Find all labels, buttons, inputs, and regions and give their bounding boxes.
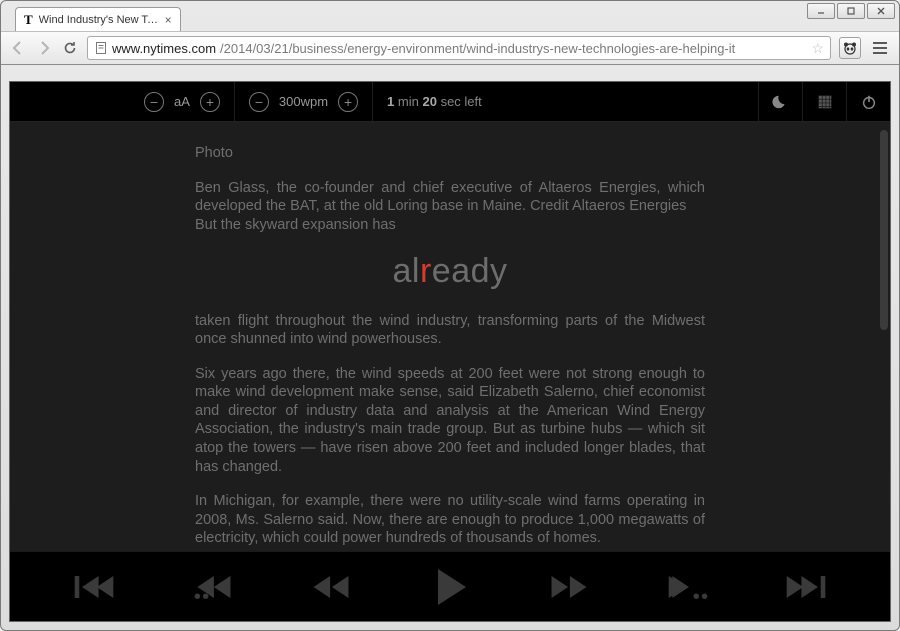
- focus-word-display: already: [195, 250, 705, 294]
- wpm-decrease-button[interactable]: −: [249, 92, 269, 112]
- panda-icon: [842, 40, 858, 56]
- power-icon: [860, 93, 878, 111]
- rewind-button[interactable]: [296, 562, 366, 612]
- wpm-label: 300wpm: [279, 94, 328, 109]
- paragraph-2: Six years ago there, the wind speeds at …: [195, 365, 705, 476]
- browser-window: T Wind Industry's New Tech… × www.nytime…: [0, 0, 900, 631]
- nyt-favicon: T: [24, 12, 33, 28]
- url-path: /2014/03/21/business/energy-environment/…: [220, 41, 735, 56]
- scrollbar-thumb[interactable]: [880, 130, 888, 330]
- paragraph-1: taken flight throughout the wind industr…: [195, 312, 705, 349]
- nav-forward-button[interactable]: [35, 39, 53, 57]
- settings-bar: − aA + − 300wpm + 1 min 20 sec left: [10, 82, 890, 122]
- skip-to-start-button[interactable]: [59, 562, 129, 612]
- browser-toolbar: www.nytimes.com/2014/03/21/business/ener…: [1, 31, 899, 65]
- reader-app: − aA + − 300wpm + 1 min 20 sec left: [9, 81, 891, 622]
- tab-title: Wind Industry's New Tech…: [39, 14, 159, 26]
- font-size-control: − aA +: [130, 82, 235, 121]
- nav-back-button[interactable]: [9, 39, 27, 57]
- time-remaining: 1 min 20 sec left: [373, 82, 496, 121]
- browser-menu-button[interactable]: [869, 37, 891, 59]
- forward-dots-button[interactable]: [653, 562, 723, 612]
- rewind-dots-button[interactable]: [178, 562, 248, 612]
- dark-mode-button[interactable]: [758, 82, 802, 121]
- contrast-mode-button[interactable]: [802, 82, 846, 121]
- play-button[interactable]: [415, 562, 485, 612]
- tab-strip: T Wind Industry's New Tech… ×: [1, 7, 899, 31]
- wpm-increase-button[interactable]: +: [338, 92, 358, 112]
- font-decrease-button[interactable]: −: [144, 92, 164, 112]
- tab-close-icon[interactable]: ×: [165, 13, 172, 27]
- skip-to-end-button[interactable]: [771, 562, 841, 612]
- reader-body: Photo Ben Glass, the co-founder and chie…: [10, 122, 890, 551]
- texture-icon: [816, 93, 834, 111]
- moon-icon: [772, 93, 790, 111]
- url-bar[interactable]: www.nytimes.com/2014/03/21/business/ener…: [87, 36, 831, 60]
- browser-tab[interactable]: T Wind Industry's New Tech… ×: [15, 7, 181, 31]
- fast-forward-button[interactable]: [534, 562, 604, 612]
- photo-label: Photo: [195, 144, 705, 163]
- wpm-control: − 300wpm +: [235, 82, 373, 121]
- font-increase-button[interactable]: +: [200, 92, 220, 112]
- paragraph-3: In Michigan, for example, there were no …: [195, 492, 705, 548]
- photo-caption: Ben Glass, the co-founder and chief exec…: [195, 180, 705, 215]
- lead-in-text: But the skyward expansion has: [195, 217, 396, 233]
- focus-pivot: r: [420, 252, 432, 290]
- nav-reload-button[interactable]: [61, 39, 79, 57]
- playback-bar: [10, 551, 890, 621]
- url-host: www.nytimes.com: [112, 41, 216, 56]
- power-button[interactable]: [846, 82, 890, 121]
- page-icon: [94, 41, 108, 55]
- focus-pre: al: [392, 252, 419, 290]
- font-size-label: aA: [174, 94, 190, 109]
- focus-post: eady: [432, 252, 508, 290]
- bookmark-star-icon[interactable]: ☆: [811, 40, 824, 57]
- extension-button[interactable]: [839, 37, 861, 59]
